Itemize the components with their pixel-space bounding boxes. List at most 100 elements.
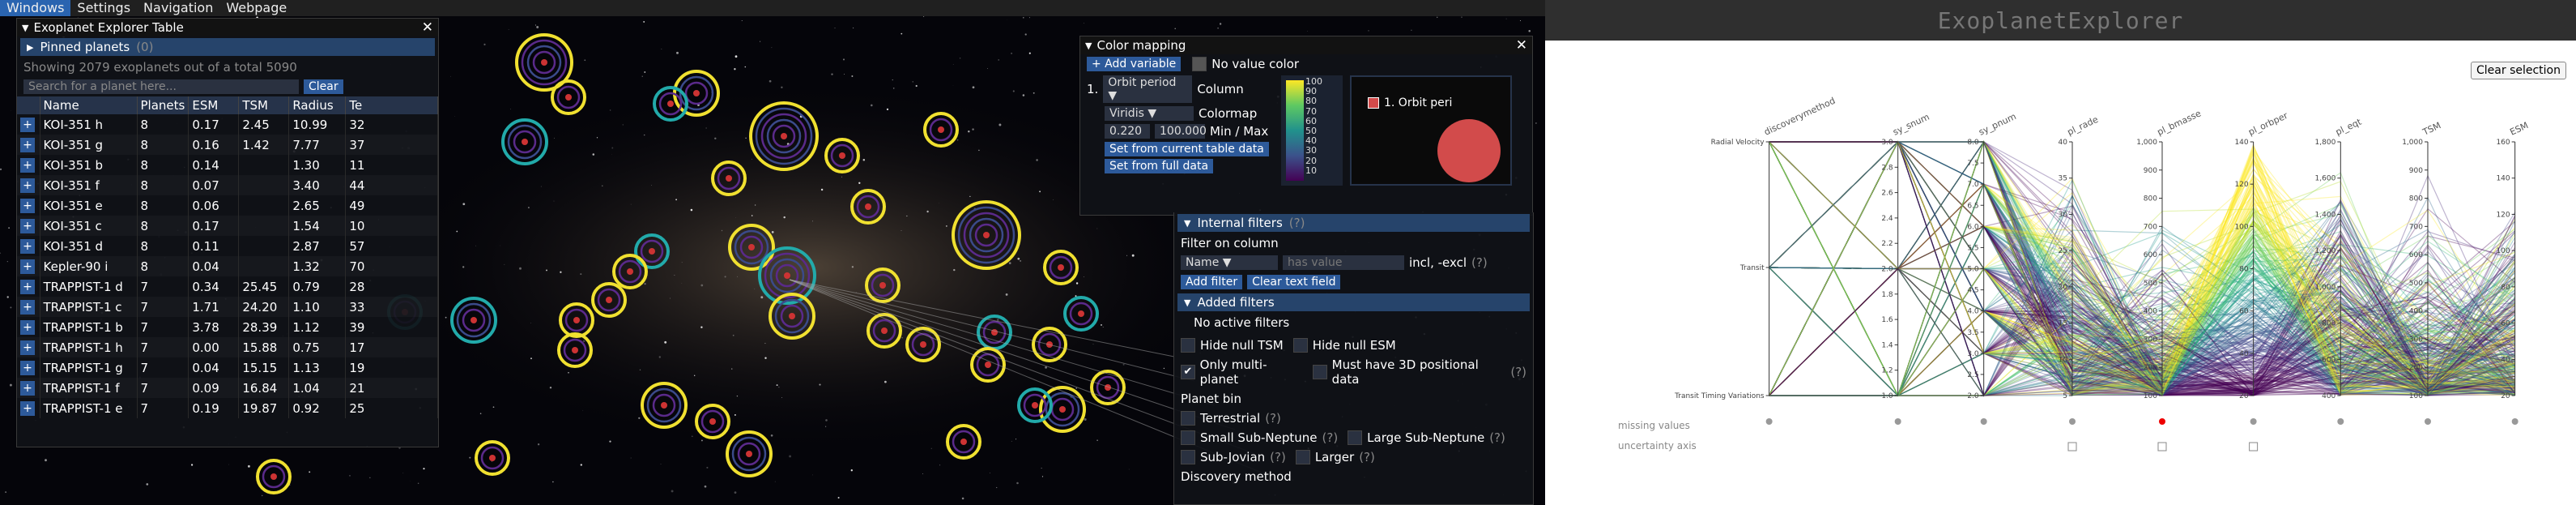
planet-marker[interactable] (865, 203, 871, 210)
pin-planet-button[interactable]: + (20, 340, 35, 355)
table-row[interactable]: + TRAPPIST-1 h 7 0.00 15.88 0.75 17 (17, 337, 438, 357)
planet-marker[interactable] (661, 402, 667, 409)
collapse-icon[interactable]: ▼ (1085, 41, 1092, 51)
has-value-input[interactable]: has value (1283, 255, 1404, 270)
planet-marker[interactable] (522, 139, 528, 145)
planet-marker[interactable] (565, 94, 572, 101)
table-row[interactable]: + KOI-351 h 8 0.17 2.45 10.99 32 (17, 114, 438, 135)
planet-marker[interactable] (746, 451, 752, 457)
color-mapping-titlebar[interactable]: ▼ Color mapping ✕ (1080, 36, 1532, 54)
add-variable-button[interactable]: + Add variable (1087, 57, 1182, 71)
uncertainty-checkbox[interactable] (2249, 442, 2259, 452)
hide-null-esm-checkbox[interactable] (1292, 338, 1308, 353)
planet-marker[interactable] (693, 90, 700, 96)
pin-planet-button[interactable]: + (20, 199, 35, 213)
filter-column-select[interactable]: Name ▼ (1181, 255, 1278, 270)
planet-marker[interactable] (1059, 406, 1066, 413)
planet-marker[interactable] (879, 282, 886, 289)
table-row[interactable]: + KOI-351 b 8 0.14 1.30 11 (17, 155, 438, 175)
planet-marker[interactable] (627, 268, 633, 275)
column-header[interactable]: Te (345, 96, 438, 114)
menu-webpage[interactable]: Webpage (219, 0, 293, 16)
planet-marker[interactable] (938, 126, 944, 133)
pin-planet-button[interactable]: + (20, 381, 35, 396)
pin-planet-button[interactable]: + (20, 280, 35, 294)
table-row[interactable]: + KOI-351 d 8 0.11 2.87 57 (17, 236, 438, 256)
close-icon[interactable]: ✕ (422, 19, 433, 36)
internal-filters-header[interactable]: ▼ Internal filters (?) (1177, 214, 1530, 232)
planet-marker[interactable] (985, 362, 991, 368)
pin-planet-button[interactable]: + (20, 138, 35, 152)
planet-marker[interactable] (489, 455, 496, 461)
colormap-select[interactable]: Viridis ▼ (1105, 106, 1194, 121)
added-filters-header[interactable]: ▼ Added filters (1177, 293, 1530, 311)
planet-marker[interactable] (1058, 264, 1064, 271)
planet-marker[interactable] (1078, 310, 1084, 317)
planet-marker[interactable] (470, 317, 477, 323)
planet-marker[interactable] (667, 101, 674, 107)
planet-marker[interactable] (1032, 402, 1038, 409)
pin-planet-button[interactable]: + (20, 300, 35, 315)
help-icon[interactable]: (?) (1270, 450, 1286, 464)
pin-planet-button[interactable]: + (20, 259, 35, 274)
uncertainty-checkbox[interactable] (2067, 442, 2077, 452)
add-filter-button[interactable]: Add filter (1181, 275, 1243, 289)
column-select[interactable]: Orbit period ▼ (1103, 75, 1193, 103)
table-row[interactable]: + TRAPPIST-1 b 7 3.78 28.39 1.12 39 (17, 317, 438, 337)
help-icon[interactable]: (?) (1489, 430, 1505, 445)
must-3d-checkbox[interactable] (1313, 365, 1327, 379)
clear-button[interactable]: Clear (304, 79, 343, 94)
pin-planet-button[interactable]: + (20, 320, 35, 335)
planet-marker[interactable] (784, 272, 790, 279)
planet-marker[interactable] (748, 244, 755, 250)
menu-windows[interactable]: Windows (0, 0, 71, 16)
clear-selection-button[interactable]: Clear selection (2471, 62, 2566, 79)
pin-planet-button[interactable]: + (20, 361, 35, 375)
axis-discoverymethod[interactable]: discoverymethodRadial Velocity Transit Tra… (1674, 96, 1837, 425)
planet-marker[interactable] (960, 439, 967, 445)
planet-marker[interactable] (726, 175, 732, 182)
search-input[interactable]: Search for a planet here... (23, 79, 299, 94)
uncertainty-checkbox[interactable] (2157, 442, 2167, 452)
no-value-color-swatch[interactable] (1192, 57, 1207, 71)
set-from-full-button[interactable]: Set from full data (1105, 159, 1214, 173)
planet-marker[interactable] (920, 341, 926, 348)
table-row[interactable]: + Kepler-90 i 8 0.04 1.32 70 (17, 256, 438, 276)
table-row[interactable]: + TRAPPIST-1 e 7 0.19 19.87 0.92 25 (17, 398, 438, 418)
help-icon[interactable]: (?) (1510, 365, 1526, 379)
planet-marker[interactable] (541, 59, 547, 66)
sub-jovian-checkbox[interactable] (1181, 450, 1195, 464)
pin-planet-button[interactable]: + (20, 158, 35, 173)
max-input[interactable]: 100.000 (1155, 124, 1207, 139)
column-header[interactable]: TSM (238, 96, 290, 114)
terrestrial-checkbox[interactable] (1181, 411, 1195, 426)
column-header[interactable]: Name (40, 96, 138, 114)
hide-null-tsm-checkbox[interactable] (1181, 338, 1195, 353)
planet-marker[interactable] (572, 347, 578, 353)
help-icon[interactable]: (?) (1289, 216, 1305, 230)
table-row[interactable]: + TRAPPIST-1 f 7 0.09 16.84 1.04 21 (17, 378, 438, 398)
help-icon[interactable]: (?) (1359, 450, 1375, 464)
parallel-coordinates-chart[interactable]: discoverymethodRadial Velocity Transit Tra… (1545, 0, 2576, 505)
table-row[interactable]: + KOI-351 e 8 0.06 2.65 49 (17, 195, 438, 216)
planet-marker[interactable] (983, 232, 990, 238)
planet-marker[interactable] (839, 152, 845, 159)
planet-marker[interactable] (781, 133, 787, 139)
table-row[interactable]: + TRAPPIST-1 d 7 0.34 25.45 0.79 28 (17, 276, 438, 297)
column-header[interactable]: Radius (288, 96, 347, 114)
set-from-table-button[interactable]: Set from current table data (1105, 142, 1269, 156)
table-row[interactable]: + KOI-351 f 8 0.07 3.40 44 (17, 175, 438, 195)
pinned-planets-header[interactable]: ▶ Pinned planets (0) (20, 38, 435, 56)
close-icon[interactable]: ✕ (1516, 37, 1527, 53)
pin-planet-button[interactable]: + (20, 239, 35, 254)
planet-marker[interactable] (709, 418, 716, 425)
help-icon[interactable]: (?) (1471, 255, 1488, 270)
table-row[interactable]: + TRAPPIST-1 c 7 1.71 24.20 1.10 33 (17, 297, 438, 317)
planet-marker[interactable] (573, 317, 580, 323)
min-input[interactable]: 0.220 (1105, 124, 1150, 139)
menu-settings[interactable]: Settings (70, 0, 137, 16)
large-sub-neptune-checkbox[interactable] (1348, 430, 1363, 445)
clear-text-button[interactable]: Clear text field (1247, 275, 1341, 289)
planet-marker[interactable] (270, 473, 277, 480)
planet-marker[interactable] (649, 248, 655, 255)
